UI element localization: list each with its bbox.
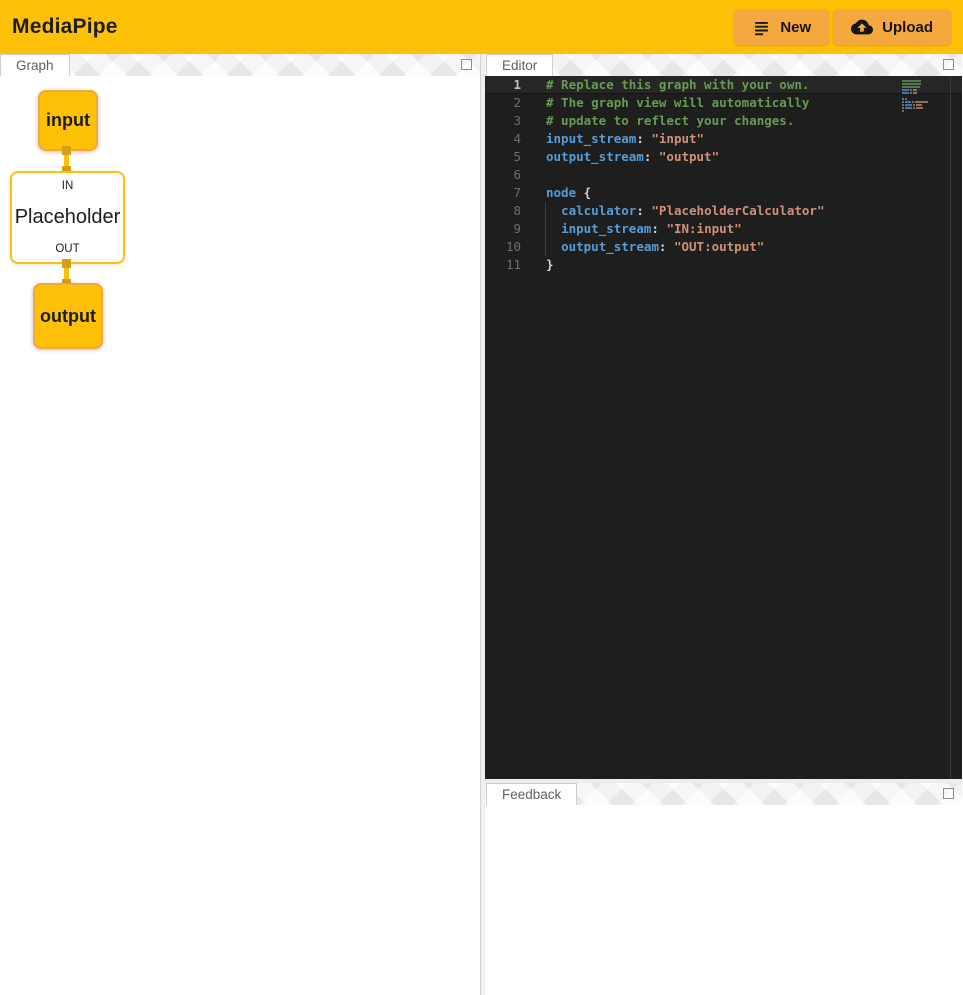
code-line[interactable]: 4 input_stream: "input" (485, 130, 962, 148)
code-editor[interactable]: 1 # Replace this graph with your own. 2 # T… (485, 76, 962, 779)
code-text: output_stream: "output" (546, 148, 719, 166)
graph-node-input-label: input (46, 110, 90, 131)
output-port-square[interactable] (62, 146, 71, 155)
code-line[interactable]: 5 output_stream: "output" (485, 148, 962, 166)
graph-node-placeholder[interactable]: IN Placeholder OUT (10, 171, 125, 264)
code-text: # update to reflect your changes. (546, 112, 794, 130)
code-text: calculator: "PlaceholderCalculator" (546, 202, 824, 220)
tab-feedback[interactable]: Feedback (486, 783, 577, 805)
new-button[interactable]: New (734, 9, 829, 45)
graph-node-placeholder-label: Placeholder (15, 206, 121, 229)
line-number: 7 (485, 184, 521, 202)
graph-canvas: input IN Placeholder OUT output (0, 54, 480, 995)
line-number: 3 (485, 112, 521, 130)
graph-node-output-label: output (40, 306, 96, 327)
app-header: MediaPipe New Upload (0, 0, 963, 54)
line-number: 11 (485, 256, 521, 274)
output-port-square[interactable] (62, 259, 71, 268)
tab-editor-label: Editor (502, 58, 537, 73)
minimap[interactable] (902, 80, 946, 113)
code-text: input_stream: "IN:input" (546, 220, 742, 238)
code-line[interactable]: 10 output_stream: "OUT:output" (485, 238, 962, 256)
new-button-label: New (780, 19, 811, 36)
cloud-upload-icon (851, 16, 873, 38)
code-line[interactable]: 7 node { (485, 184, 962, 202)
line-number: 1 (485, 76, 521, 93)
graph-panel: Graph input IN Placeholder OUT output (0, 54, 481, 995)
indent-guide (545, 202, 546, 220)
feedback-content (485, 805, 962, 995)
graph-node-output[interactable]: output (33, 283, 103, 349)
feedback-panel: Feedback (485, 783, 962, 995)
line-number: 10 (485, 238, 521, 256)
code-line[interactable]: 2 # The graph view will automatically (485, 94, 962, 112)
line-number: 4 (485, 130, 521, 148)
code-text: output_stream: "OUT:output" (546, 238, 764, 256)
tab-feedback-label: Feedback (502, 787, 561, 802)
code-line[interactable]: 3 # update to reflect your changes. (485, 112, 962, 130)
maximize-icon[interactable] (943, 59, 954, 70)
code-text: node { (546, 184, 591, 202)
editor-panel: Editor 1 # Replace this graph with your o… (485, 54, 962, 779)
maximize-icon[interactable] (943, 788, 954, 799)
upload-button[interactable]: Upload (833, 9, 951, 45)
feedback-tabbar: Feedback (485, 783, 962, 805)
placeholder-out-port-label: OUT (55, 243, 79, 255)
code-line[interactable]: 9 input_stream: "IN:input" (485, 220, 962, 238)
code-text: # Replace this graph with your own. (546, 76, 809, 93)
code-text: input_stream: "input" (546, 130, 704, 148)
code-line[interactable]: 8 calculator: "PlaceholderCalculator" (485, 202, 962, 220)
line-number: 6 (485, 166, 521, 184)
code-line[interactable]: 11} (485, 256, 962, 274)
app-title: MediaPipe (12, 15, 118, 39)
indent-guide (545, 238, 546, 256)
line-number: 2 (485, 94, 521, 112)
placeholder-in-port-label: IN (62, 180, 74, 192)
right-column: Editor 1 # Replace this graph with your o… (485, 54, 962, 995)
line-number: 9 (485, 220, 521, 238)
graph-node-input[interactable]: input (38, 90, 98, 151)
code-line[interactable]: 1 # Replace this graph with your own. (485, 76, 962, 94)
editor-tabbar: Editor (485, 54, 962, 76)
editor-scrollbar[interactable] (950, 76, 962, 779)
line-number: 8 (485, 202, 521, 220)
code-lines: 1 # Replace this graph with your own. 2 # T… (485, 76, 962, 274)
subject-icon (752, 18, 771, 37)
tab-editor[interactable]: Editor (486, 54, 553, 76)
code-line[interactable]: 6 (485, 166, 962, 184)
code-text: } (546, 256, 554, 274)
main-area: Graph input IN Placeholder OUT output (0, 54, 963, 995)
code-text: # The graph view will automatically (546, 94, 809, 112)
line-number: 5 (485, 148, 521, 166)
upload-button-label: Upload (882, 19, 933, 36)
indent-guide (545, 220, 546, 238)
